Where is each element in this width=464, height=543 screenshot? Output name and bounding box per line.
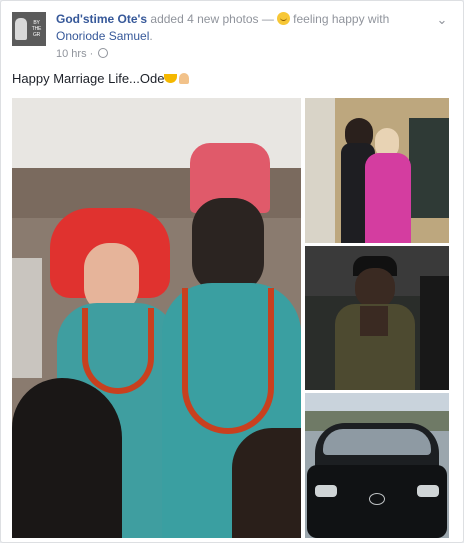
post-card: BY THE GR God'stime Ote's added 4 new ph… xyxy=(0,0,464,543)
post-action: added 4 new photos — xyxy=(150,12,274,26)
author-avatar[interactable]: BY THE GR xyxy=(12,12,46,46)
post-timestamp[interactable]: 10 hrs xyxy=(56,48,87,60)
author-name[interactable]: God'stime Ote's xyxy=(56,12,147,26)
photo-car[interactable] xyxy=(305,393,449,538)
emoji-icon xyxy=(164,74,178,83)
chevron-down-icon[interactable]: ⌄ xyxy=(435,13,449,27)
meta-separator: · xyxy=(89,48,94,60)
photo-couple[interactable] xyxy=(12,98,301,538)
post-text: Happy Marriage Life...Ode xyxy=(12,71,190,86)
photo-hallway[interactable] xyxy=(305,98,449,243)
post-meta: 10 hrs · xyxy=(56,48,109,60)
feeling-text: feeling happy with xyxy=(293,12,390,26)
post-header: God'stime Ote's added 4 new photos — fee… xyxy=(56,11,416,45)
photo-young-man[interactable] xyxy=(305,246,449,390)
post-text-content: Happy Marriage Life...Ode xyxy=(12,71,165,86)
praying-hands-icon xyxy=(179,73,190,84)
avatar-logo: BY THE GR xyxy=(31,20,42,38)
avatar-figure xyxy=(15,18,27,40)
tagged-person[interactable]: Onoriode Samuel xyxy=(56,29,149,43)
globe-icon[interactable] xyxy=(98,48,109,58)
header-period: . xyxy=(149,29,153,43)
smiley-icon xyxy=(277,12,291,25)
